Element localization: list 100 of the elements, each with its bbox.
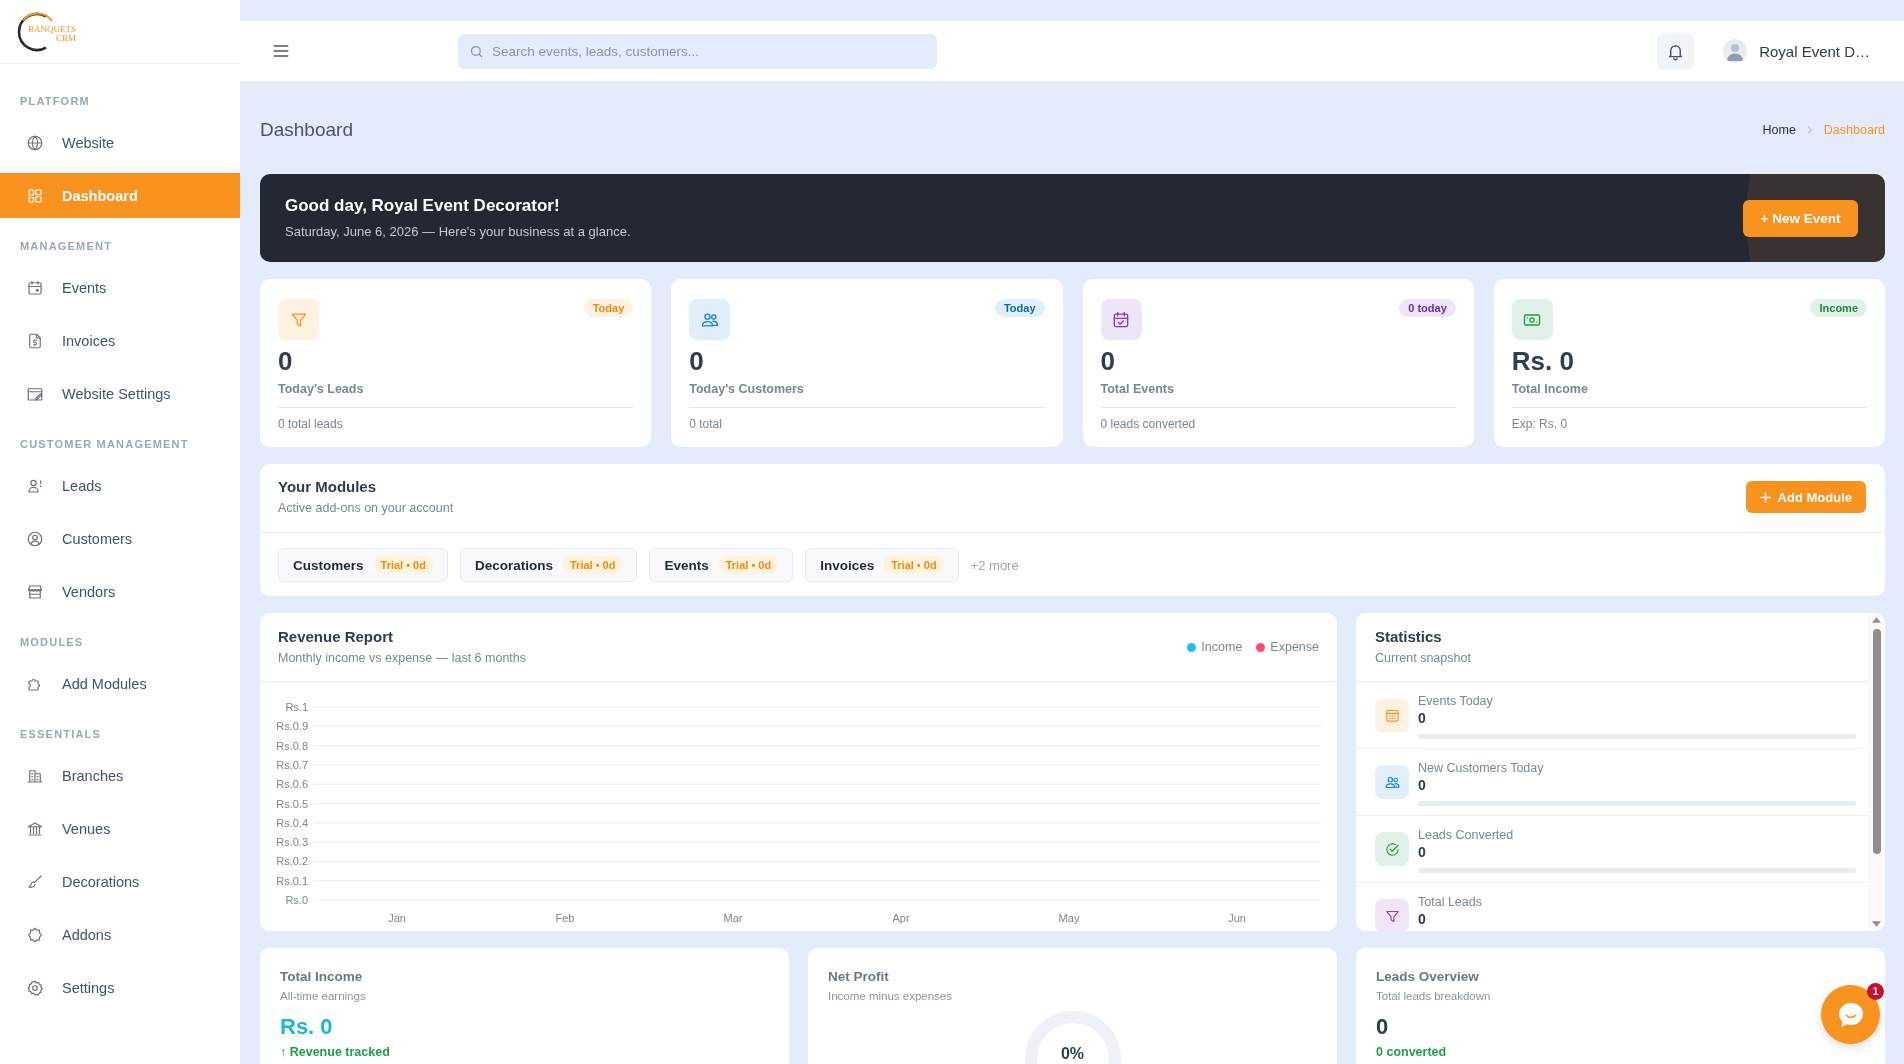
sidebar-item[interactable]: Add Modules xyxy=(0,661,240,706)
trial-badge: Trial • 0d xyxy=(563,556,623,574)
y-axis-label: Rs.0.8 xyxy=(276,739,308,752)
plus-icon xyxy=(1759,491,1771,503)
donut-percent: 0% xyxy=(1060,1045,1085,1063)
card-subtitle: Monthly income vs expense — last 6 months xyxy=(278,651,527,666)
invoice-icon xyxy=(26,331,44,350)
sidebar-item[interactable]: Events xyxy=(0,265,240,310)
card-title: Net Profit xyxy=(828,969,890,985)
stat-label: Today's Customers xyxy=(689,381,805,397)
store-icon xyxy=(26,582,44,601)
stat-footnote: Exp: Rs. 0 xyxy=(1511,407,1867,432)
search-field[interactable]: Search events, leads, customers... xyxy=(458,33,937,69)
sidebar-item[interactable]: Website xyxy=(0,120,240,165)
stat-value: Rs. 0 xyxy=(1511,346,1575,376)
trial-badge: Trial • 0d xyxy=(884,556,944,574)
greeting-subtitle: Saturday, June 6, 2026 — Here's your business at a glance. xyxy=(285,224,631,240)
section-label: CUSTOMER MANAGEMENT xyxy=(19,437,190,451)
user-circle-icon xyxy=(26,529,44,548)
card-subtitle: Active add-ons on your account xyxy=(278,501,454,516)
x-axis-label: May xyxy=(1058,912,1080,924)
user-name[interactable]: Royal Event D… xyxy=(1759,42,1870,60)
badge-icon xyxy=(26,925,44,944)
x-axis-label: Feb xyxy=(555,912,575,924)
trial-badge: Trial • 0d xyxy=(373,556,433,574)
y-axis-label: Rs.0.2 xyxy=(276,855,308,868)
summary-note: ↑ Revenue tracked xyxy=(280,1045,391,1060)
module-name: Customers xyxy=(293,557,364,573)
summary-value: Rs. 0 xyxy=(280,1014,334,1040)
legend-label: Expense xyxy=(1270,640,1319,654)
y-axis-label: Rs.0.3 xyxy=(276,836,308,849)
card-title: Revenue Report xyxy=(278,628,395,646)
x-axis-label: Jun xyxy=(1228,912,1246,924)
section-label: ESSENTIALS xyxy=(19,727,103,741)
y-axis-label: Rs.1 xyxy=(285,701,308,713)
stat-value: 0 xyxy=(689,346,705,376)
stat-label: Total Events xyxy=(1100,381,1175,397)
sidebar-item[interactable]: Leads xyxy=(0,463,240,508)
breadcrumb-item: Dashboard xyxy=(1823,123,1885,137)
stat-footnote: 0 total xyxy=(689,407,1045,432)
sidebar-item[interactable]: Addons xyxy=(0,912,240,957)
settings-icon xyxy=(26,978,44,997)
breadcrumb-item[interactable]: Home xyxy=(1762,123,1796,137)
sidebar-item[interactable]: Venues xyxy=(0,806,240,851)
module-name: Invoices xyxy=(820,557,875,573)
y-axis-label: Rs.0.5 xyxy=(276,797,308,810)
period-badge: Today xyxy=(994,299,1045,317)
notifications-button[interactable] xyxy=(1657,32,1695,70)
card-subtitle: Income minus expenses xyxy=(828,989,953,1003)
sidebar-item[interactable]: Website Settings xyxy=(0,371,240,416)
summary-note: 0 converted xyxy=(1376,1045,1448,1060)
section-label: PLATFORM xyxy=(19,94,91,108)
avatar-icon[interactable] xyxy=(1723,39,1748,63)
y-axis-label: Rs.0.7 xyxy=(276,758,308,771)
stat-value: 0 xyxy=(278,346,294,376)
module-name: Decorations xyxy=(474,557,553,573)
logo-text: BANQUETS CRM xyxy=(28,24,76,43)
y-axis-label: Rs.0.6 xyxy=(276,778,308,791)
summary-value: 0 xyxy=(1376,1014,1390,1040)
card-title: Your Modules xyxy=(278,478,378,496)
sidebar-item[interactable]: Customers xyxy=(0,516,240,561)
calendar-icon xyxy=(26,278,44,297)
globe-icon xyxy=(26,133,44,152)
sidebar-item[interactable]: Invoices xyxy=(0,318,240,363)
trial-badge: Trial • 0d xyxy=(718,556,779,574)
card-title: Total Income xyxy=(280,969,364,985)
greeting-title: Good day, Royal Event Decorator! xyxy=(285,196,561,216)
stat-value: 0 xyxy=(1100,346,1116,376)
sidebar-item[interactable]: Settings xyxy=(0,965,240,1010)
stat-footnote: 0 total leads xyxy=(278,407,634,432)
stat-label: Today's Leads xyxy=(278,381,365,397)
stat-label: Total Leads xyxy=(1418,895,1483,910)
y-axis-label: Rs.0 xyxy=(285,894,308,906)
scroll-down-icon[interactable] xyxy=(1872,921,1881,927)
card-subtitle: Total leads breakdown xyxy=(1376,989,1492,1003)
y-axis-label: Rs.0.9 xyxy=(276,720,308,733)
page-title: Dashboard xyxy=(260,119,353,141)
sidebar-item[interactable]: Vendors xyxy=(0,569,240,614)
sidebar-item[interactable]: Branches xyxy=(0,753,240,798)
stat-value: 0 xyxy=(1418,777,1427,794)
grid-icon xyxy=(26,186,44,205)
scroll-up-icon[interactable] xyxy=(1872,617,1881,623)
x-axis-label: Apr xyxy=(892,912,910,924)
module-name: Events xyxy=(664,557,709,573)
section-label: MANAGEMENT xyxy=(19,239,114,253)
stat-value: 0 xyxy=(1418,844,1427,861)
stat-label: Total Income xyxy=(1511,381,1589,397)
section-label: MODULES xyxy=(19,635,85,649)
stat-value: 0 xyxy=(1418,710,1427,727)
stat-label: Events Today xyxy=(1418,694,1494,709)
sidebar-item[interactable]: Decorations xyxy=(0,859,240,904)
scrollbar-thumb[interactable] xyxy=(1872,629,1881,854)
period-badge: Income xyxy=(1810,299,1867,317)
card-subtitle: All-time earnings xyxy=(280,989,367,1003)
search-icon xyxy=(469,43,484,59)
stat-label: Leads Converted xyxy=(1418,828,1515,843)
y-axis-label: Rs.0.1 xyxy=(276,874,308,887)
scrollbar-track[interactable] xyxy=(1868,613,1885,931)
stat-value: 0 xyxy=(1418,911,1427,928)
card-title: Statistics xyxy=(1375,628,1443,646)
